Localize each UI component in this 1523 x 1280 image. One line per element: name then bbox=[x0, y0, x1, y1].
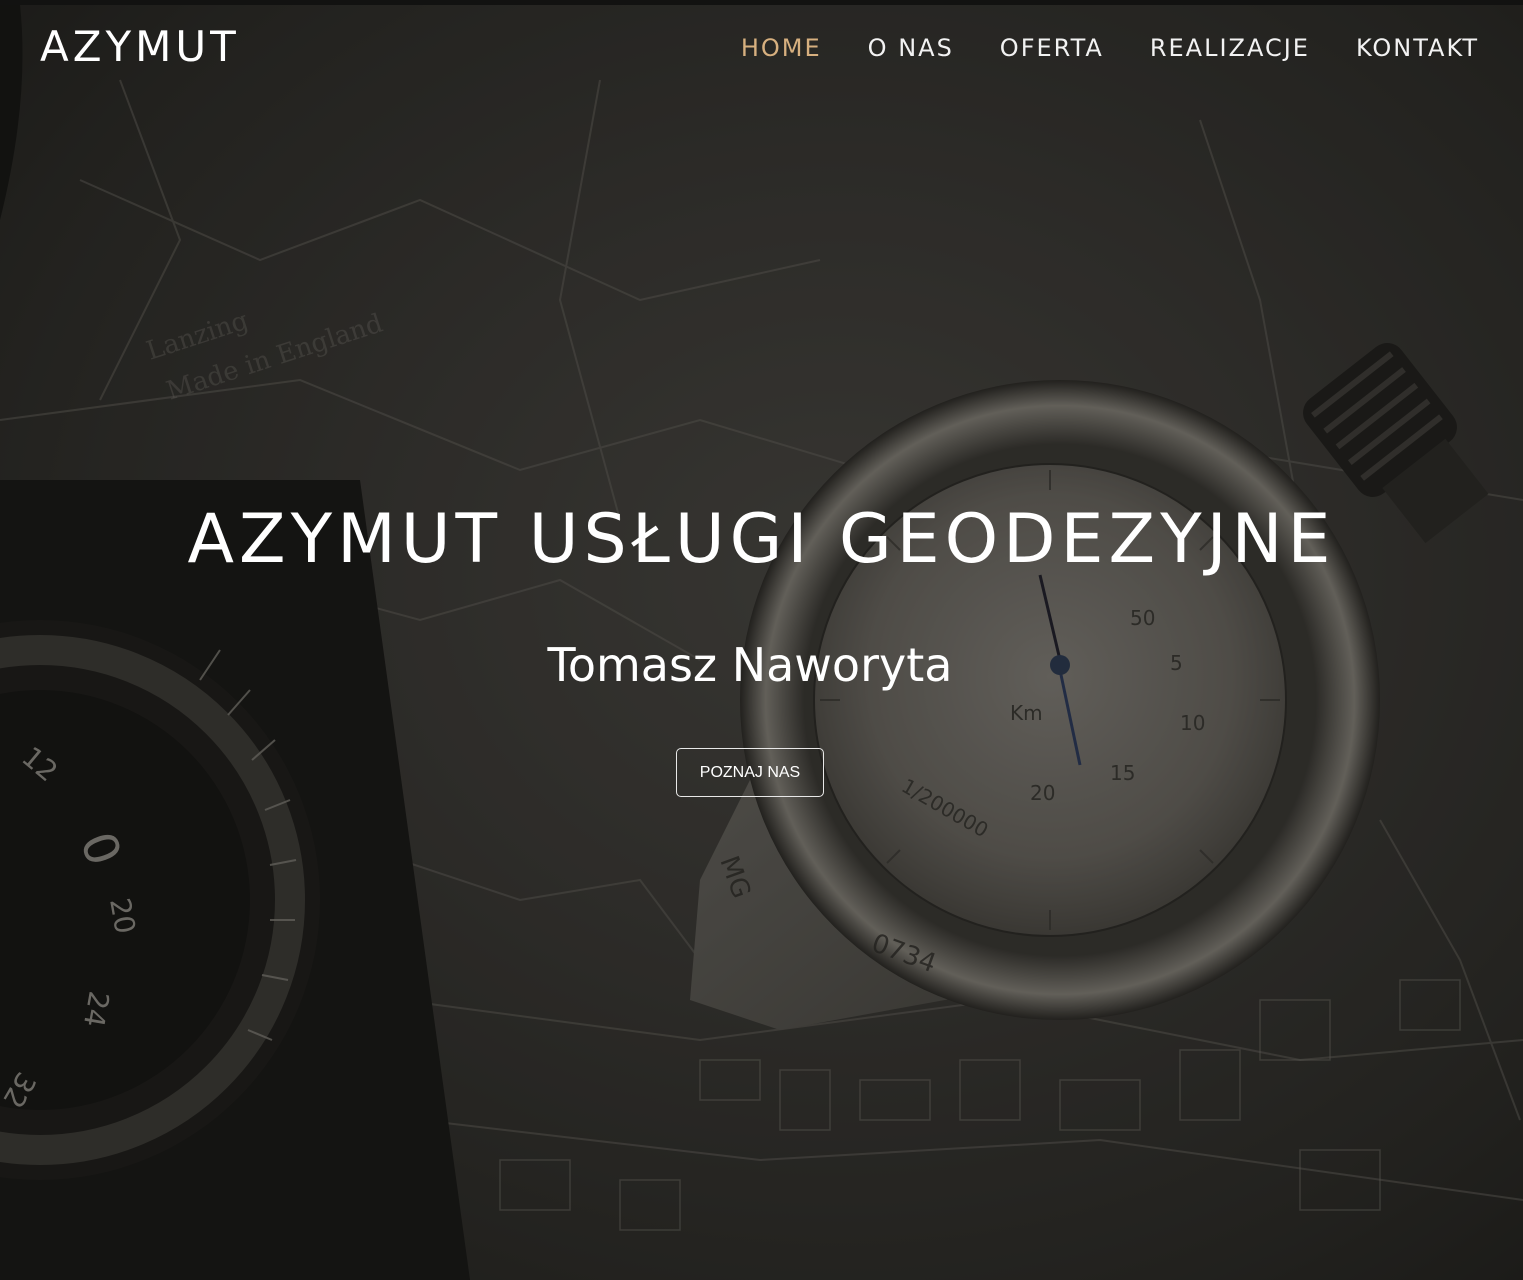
nav-item-home[interactable]: HOME bbox=[741, 34, 822, 62]
nav-item-realizacje[interactable]: REALIZACJE bbox=[1150, 34, 1310, 62]
hero-section: Lanzing Made in England 50 5 10 15 20 Km… bbox=[0, 0, 1523, 1280]
main-navigation: HOME O NAS OFERTA REALIZACJE KONTAKT bbox=[741, 34, 1479, 62]
hero-headline: AZYMUT USŁUGI GEODEZYJNE bbox=[187, 500, 1336, 579]
site-logo[interactable]: AZYMUT bbox=[40, 22, 240, 71]
nav-item-o-nas[interactable]: O NAS bbox=[868, 34, 954, 62]
nav-item-oferta[interactable]: OFERTA bbox=[1000, 34, 1104, 62]
nav-item-kontakt[interactable]: KONTAKT bbox=[1356, 34, 1479, 62]
hero-subtitle: Tomasz Naworyta bbox=[547, 638, 953, 692]
poznaj-nas-button[interactable]: POZNAJ NAS bbox=[676, 748, 824, 797]
